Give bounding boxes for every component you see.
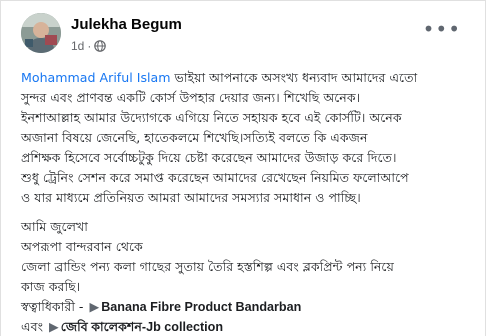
author-avatar[interactable] — [21, 13, 61, 53]
post-timestamp[interactable]: 1d — [71, 39, 84, 53]
page-arrow-icon: ▶ — [89, 299, 100, 314]
body-line: অপরূপা বান্দরবান থেকে — [21, 239, 143, 254]
mention-link[interactable]: Mohammad Ariful Islam — [21, 70, 171, 85]
body-line: প্রশিক্ষক হিসেবে সর্বোচ্চটুকু দিয়ে চেষ্… — [21, 150, 397, 165]
meta-separator: · — [87, 39, 92, 53]
body-line: অজানা বিষয়ে জেনেছি, হাতেকলমে শিখেছি।সত্… — [21, 130, 368, 145]
body-line: সুন্দর এবং প্রাণবন্ত একটি কোর্স উপহার দে… — [21, 90, 361, 105]
post-body: Mohammad Ariful Islam ভাইয়া আপনাকে অসংখ… — [21, 68, 473, 336]
more-options-icon[interactable]: ••• — [423, 19, 461, 39]
body-line: এবং ▶ জেবি কালেকশন-Jb collection — [21, 317, 473, 336]
body-line: কাজ করছি। — [21, 279, 81, 294]
body-line: আমি জুলেখা — [21, 219, 88, 234]
globe-icon[interactable] — [94, 40, 107, 52]
page-link-jb-collection[interactable]: জেবি কালেকশন-Jb collection — [61, 320, 223, 334]
body-line: স্বত্বাধিকারী - ▶ Banana Fibre Product Ba… — [21, 297, 473, 317]
body-line: Mohammad Ariful Islam ভাইয়া আপনাকে অসংখ… — [21, 70, 418, 85]
body-line: ইনশাআল্লাহ আমার উদ্যোগকে এগিয়ে নিতে সহা… — [21, 110, 402, 125]
page-arrow-icon: ▶ — [49, 319, 59, 334]
post-header: Julekha Begum 1d · ••• — [21, 9, 461, 59]
body-line: জেলা ব্রান্ডিং পন্য কলা গাছের সুতায় তৈর… — [21, 259, 394, 274]
body-line: শুধু ট্রেনিং সেশন করে সমাপ্ত করেছেন আমাদ… — [21, 170, 409, 185]
page-link-banana-fibre[interactable]: Banana Fibre Product Bandarban — [101, 300, 301, 314]
post-meta: 1d · — [71, 39, 107, 53]
avatar-image-icon — [21, 13, 61, 53]
post-card: Julekha Begum 1d · ••• Mohammad Ariful I… — [0, 0, 486, 336]
author-name[interactable]: Julekha Begum — [71, 16, 182, 33]
body-line: ও যার মাধ্যমে প্রতিনিয়ত আমরা আমাদের সমস… — [21, 190, 361, 205]
